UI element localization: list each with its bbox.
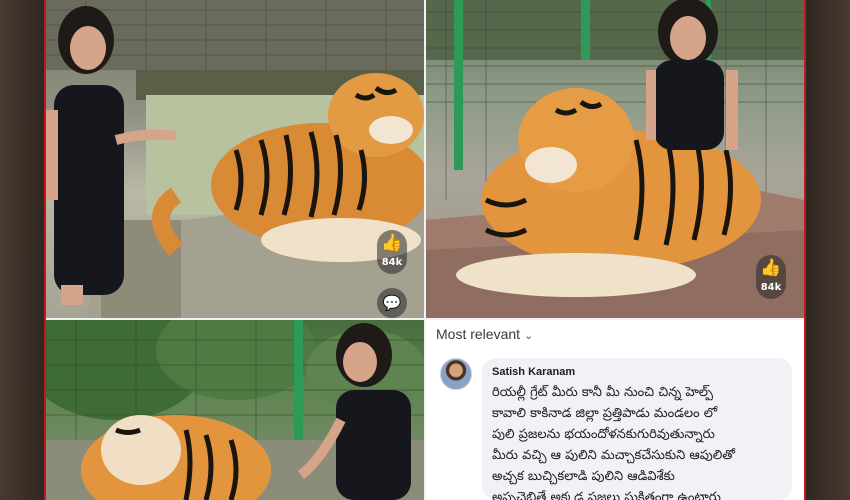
comment-line: అప్పచెబితే అక్కడ ప్రజలు సుక్షితంగా ఉంటార… bbox=[492, 490, 721, 500]
blurred-left-edge bbox=[0, 0, 46, 500]
avatar[interactable] bbox=[440, 358, 472, 390]
thumbs-up-icon: 👍 bbox=[760, 258, 782, 278]
comments-panel: Most relevant ⌄ Satish Karanam రియల్లీ గ్… bbox=[426, 320, 804, 500]
photo-woman-with-tiger-3[interactable] bbox=[46, 320, 424, 500]
like-count: 84k bbox=[760, 282, 782, 293]
comment-author[interactable]: Satish Karanam bbox=[492, 366, 575, 378]
photo-2-illustration bbox=[426, 0, 804, 318]
photo-collage: 👍 84k 💬 👍 84k Most relevant ⌄ Satish Kar… bbox=[46, 0, 804, 500]
photo-woman-with-tiger-1[interactable]: 👍 84k 💬 bbox=[46, 0, 424, 318]
photo-3-illustration bbox=[46, 320, 424, 500]
comment-line: పులి ప్రజలను భయందోళనకుగురివుతున్నారు bbox=[492, 427, 715, 442]
blurred-right-edge bbox=[804, 0, 850, 500]
comment-sort-dropdown[interactable]: Most relevant ⌄ bbox=[436, 326, 533, 342]
thumbs-up-icon: 👍 bbox=[381, 233, 403, 253]
chevron-down-icon: ⌄ bbox=[524, 330, 534, 342]
sort-label: Most relevant bbox=[436, 326, 521, 342]
comment-line: మీరు వచ్చి ఆ పులిని మచ్చాకచేసుకుని ఆపులి… bbox=[492, 448, 735, 463]
comment-line: కావాలి కాకినాడ జిల్లా ప్రత్తిపాడు మండలం … bbox=[492, 406, 718, 421]
comment-bubble-icon[interactable]: 💬 bbox=[377, 288, 407, 318]
like-reaction-button[interactable]: 👍 84k bbox=[377, 230, 407, 274]
photo-1-illustration bbox=[46, 0, 424, 318]
screenshot-frame: 👍 84k 💬 👍 84k Most relevant ⌄ Satish Kar… bbox=[0, 0, 850, 500]
comment-line: అచ్చక బుచ్చికలాడి పులిని ఆడివిశేకు bbox=[492, 469, 675, 484]
like-count: 84k bbox=[381, 257, 403, 268]
comment-text: రియల్లీ గ్రేట్ మీరు కానీ మీ నుంచి చిన్న … bbox=[492, 382, 788, 500]
photo-woman-with-tiger-2[interactable]: 👍 84k bbox=[426, 0, 804, 318]
like-reaction-button[interactable]: 👍 84k bbox=[756, 255, 786, 299]
comment-line: రియల్లీ గ్రేట్ మీరు కానీ మీ నుంచి చిన్న … bbox=[492, 385, 713, 400]
comment-bubble: Satish Karanam రియల్లీ గ్రేట్ మీరు కానీ … bbox=[482, 358, 792, 500]
